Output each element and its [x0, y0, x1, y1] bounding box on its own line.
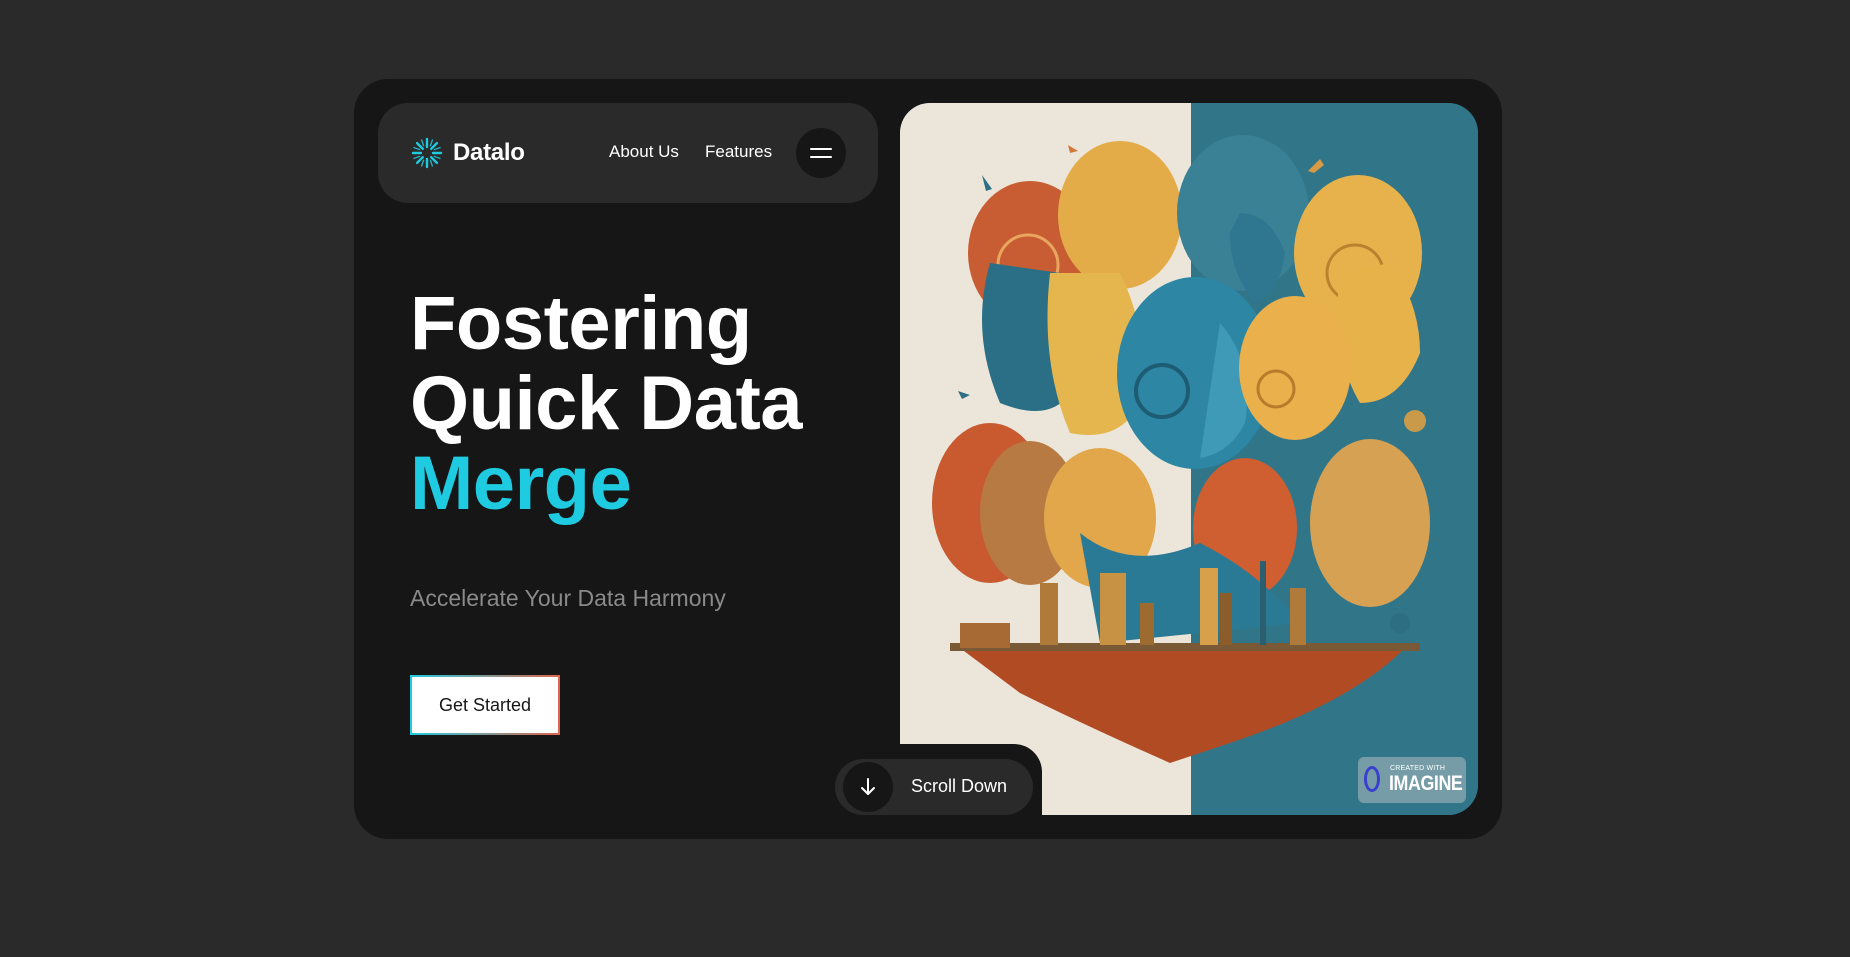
- get-started-button-border: Get Started: [410, 675, 560, 735]
- nav-link-about-us[interactable]: About Us: [609, 142, 679, 162]
- imagine-watermark: CREATED WITH IMAGINE: [1358, 757, 1466, 803]
- brand-logo[interactable]: Datalo: [411, 136, 525, 170]
- faces-artwork: [900, 103, 1478, 815]
- headline-accent-word: Merge: [410, 441, 632, 526]
- hamburger-icon-line: [810, 156, 832, 158]
- hero-headline: Fostering Quick Data Merge: [410, 281, 803, 526]
- brand-name: Datalo: [453, 139, 525, 166]
- watermark-caption: CREATED WITH: [1390, 765, 1446, 772]
- arrow-down-icon-wrap: [843, 762, 893, 812]
- hero-artwork: CREATED WITH IMAGINE: [900, 103, 1478, 815]
- arrow-down-icon: [861, 778, 875, 795]
- navbar: Datalo About Us Features: [378, 103, 878, 203]
- starburst-icon: [411, 137, 443, 169]
- hero-subtitle: Accelerate Your Data Harmony: [410, 585, 726, 611]
- scroll-down-button[interactable]: Scroll Down: [835, 759, 1033, 815]
- nav-link-features[interactable]: Features: [705, 142, 772, 162]
- watermark-brand: IMAGINE: [1389, 772, 1463, 795]
- headline-line-1: Fostering: [410, 281, 752, 366]
- menu-button[interactable]: [796, 128, 846, 178]
- hamburger-icon: [810, 148, 832, 150]
- get-started-button[interactable]: Get Started: [412, 677, 558, 733]
- headline-line-2: Quick Data: [410, 361, 803, 446]
- imagine-logo-icon: [1364, 766, 1380, 792]
- scroll-down-label: Scroll Down: [911, 776, 1008, 796]
- hero-card: Datalo About Us Features Fostering Quick…: [354, 79, 1502, 839]
